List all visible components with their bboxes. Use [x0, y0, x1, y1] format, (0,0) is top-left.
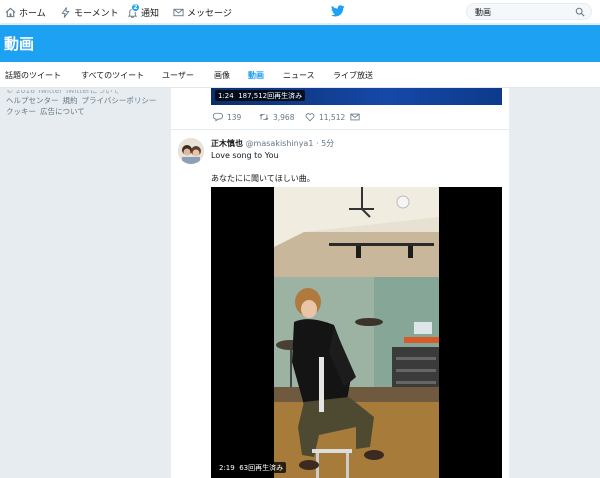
- tab-images[interactable]: 画像: [214, 70, 230, 81]
- like-button[interactable]: 11,512: [305, 112, 345, 122]
- video-duration: 2:19: [219, 463, 235, 472]
- notification-icon-wrapper: 2: [127, 2, 140, 18]
- footer-link-ads[interactable]: 広告について: [40, 107, 85, 116]
- tweet-author-name[interactable]: 正木慎也: [211, 139, 243, 148]
- tab-top-tweets[interactable]: 話題のツイート: [5, 70, 61, 81]
- video-views: 63回再生済み: [239, 463, 284, 472]
- notification-count-badge: 2: [131, 2, 140, 12]
- prev-video-views: 187,512回再生済み: [238, 91, 303, 100]
- tweet-text-line2: あなたにに聞いてほしい曲。: [211, 174, 315, 183]
- footer-link-privacy[interactable]: プライバシーポリシー: [82, 96, 157, 105]
- video-info: 2:19 63回再生済み: [216, 462, 287, 473]
- tab-all-tweets[interactable]: すべてのツイート: [81, 70, 144, 81]
- nav-home[interactable]: ホーム: [5, 5, 46, 19]
- like-count: 11,512: [319, 112, 346, 122]
- tweet-author-handle[interactable]: @masakishinya1: [246, 139, 314, 148]
- search-box: [466, 3, 592, 20]
- tweet-text-line1: Love song to You: [211, 151, 279, 160]
- nav-moments[interactable]: モーメント: [60, 5, 119, 19]
- footer-link-help[interactable]: ヘルプセンター: [6, 96, 59, 105]
- dm-button[interactable]: [350, 112, 360, 122]
- video-thumbnail: [274, 187, 439, 478]
- heart-icon: [305, 113, 315, 122]
- twitter-bird-icon[interactable]: [331, 5, 345, 17]
- prev-tweet-video[interactable]: 1:24 187,512回再生済み: [211, 88, 502, 105]
- reply-count: 139: [227, 112, 242, 122]
- avatar-image: [178, 138, 204, 164]
- nav-moments-label: モーメント: [74, 8, 119, 19]
- top-navigation: ホーム モーメント 2 通知 メッセージ: [0, 0, 600, 24]
- footer-links: © 2018 Twitter Twitterについて ヘルプセンター 規約 プライバ…: [6, 90, 166, 117]
- retweet-button[interactable]: 3,968: [259, 112, 294, 122]
- nav-messages[interactable]: メッセージ: [173, 5, 232, 19]
- tweet[interactable]: 正木慎也 @masakishinya1 · 5分 Love song to Yo…: [171, 130, 509, 478]
- retweet-icon: [259, 113, 269, 121]
- nav-notifications[interactable]: 2 通知: [127, 2, 160, 19]
- avatar[interactable]: [178, 138, 204, 164]
- tab-users[interactable]: ユーザー: [162, 70, 194, 81]
- video-frame: [274, 187, 439, 478]
- prev-tweet-actions: 139 3,968 11,512: [213, 112, 493, 124]
- retweet-count: 3,968: [273, 112, 295, 122]
- search-header: 動画: [0, 25, 600, 62]
- nav-home-label: ホーム: [19, 8, 46, 19]
- footer-link-terms[interactable]: 規約: [63, 96, 78, 105]
- reply-button[interactable]: 139: [213, 112, 241, 122]
- tab-videos[interactable]: 動画: [248, 70, 264, 81]
- tweet-header: 正木慎也 @masakishinya1 · 5分: [211, 138, 334, 149]
- tweet-timestamp[interactable]: 5分: [321, 139, 334, 148]
- tab-news[interactable]: ニュース: [283, 70, 315, 81]
- footer-link-cookies[interactable]: クッキー: [6, 107, 36, 116]
- envelope-icon: [173, 8, 184, 16]
- prev-video-info: 1:24 187,512回再生済み: [215, 90, 306, 101]
- search-input[interactable]: [475, 6, 571, 18]
- tab-live[interactable]: ライブ放送: [333, 70, 373, 81]
- home-icon: [5, 7, 16, 17]
- search-icon[interactable]: [575, 7, 585, 17]
- nav-notifications-label: 通知: [141, 8, 160, 19]
- search-tabs: 話題のツイート すべてのツイート ユーザー 画像 動画 ニュース ライブ放送: [0, 62, 600, 88]
- reply-icon: [213, 112, 223, 122]
- timeline: 1:24 187,512回再生済み 139 3,968 11,512 正木慎也 …: [171, 88, 509, 478]
- envelope-icon: [350, 113, 360, 121]
- page-title: 動画: [4, 35, 35, 53]
- tweet-dot: ·: [315, 139, 319, 148]
- prev-video-duration: 1:24: [218, 91, 234, 100]
- tweet-video[interactable]: 2:19 63回再生済み: [211, 187, 502, 478]
- nav-messages-label: メッセージ: [187, 8, 232, 19]
- lightning-icon: [61, 6, 70, 18]
